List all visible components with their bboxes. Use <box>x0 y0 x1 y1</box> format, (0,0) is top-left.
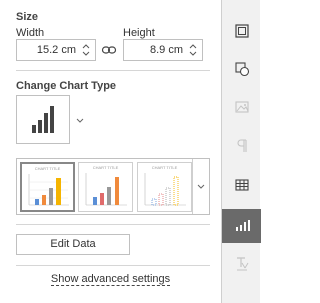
size-heading: Size <box>16 11 39 23</box>
rail-shape-settings[interactable] <box>222 52 261 86</box>
rail-paragraph-settings[interactable] <box>222 129 261 163</box>
edit-data-button[interactable]: Edit Data <box>16 234 130 255</box>
width-spinner[interactable] <box>80 40 92 60</box>
rail-chart-settings[interactable] <box>222 209 261 243</box>
rail-table-settings[interactable] <box>222 14 261 48</box>
rail-table[interactable] <box>222 168 261 202</box>
chart-style-preview <box>85 173 127 206</box>
height-spinner[interactable] <box>187 40 199 60</box>
shape-settings-icon[interactable] <box>234 61 250 77</box>
table-icon[interactable] <box>234 177 250 193</box>
link-icon[interactable] <box>101 42 117 58</box>
width-label: Width <box>16 27 45 39</box>
chart-settings-icon[interactable] <box>233 218 251 234</box>
chevron-down-icon[interactable] <box>75 117 85 125</box>
spinner-arrows-icon[interactable] <box>189 43 197 57</box>
table-settings-icon[interactable] <box>234 23 250 39</box>
divider <box>16 70 210 71</box>
spinner-arrows-icon[interactable] <box>82 43 90 57</box>
height-field[interactable]: 8.9 cm <box>123 39 203 61</box>
chevron-down-icon[interactable] <box>196 183 206 191</box>
rail-text-art[interactable] <box>222 247 261 281</box>
chart-style-preview <box>144 173 186 206</box>
divider <box>16 224 210 225</box>
chart-style-option[interactable]: CHART TITLE <box>78 162 133 212</box>
chart-style-gallery: CHART TITLE CHART TITLE CHART TITLE <box>16 158 210 215</box>
constrain-proportions-button[interactable] <box>101 42 117 58</box>
paragraph-settings-icon[interactable] <box>234 138 250 154</box>
chart-style-option[interactable]: CHART TITLE <box>137 162 192 212</box>
text-art-icon[interactable] <box>234 255 250 273</box>
gallery-more-button[interactable] <box>192 159 209 214</box>
show-advanced-settings-link[interactable]: Show advanced settings <box>50 273 171 286</box>
image-settings-icon[interactable] <box>234 99 250 115</box>
chart-style-preview <box>28 174 69 206</box>
column-chart-icon <box>32 106 54 133</box>
height-label: Height <box>123 27 155 39</box>
chart-settings-panel: Size Width Height 15.2 cm 8.9 cm Change … <box>0 0 221 303</box>
chart-type-dropdown[interactable] <box>75 116 85 124</box>
change-chart-type-heading: Change Chart Type <box>16 80 117 92</box>
width-field[interactable]: 15.2 cm <box>16 39 96 61</box>
right-settings-rail <box>221 0 261 303</box>
height-value[interactable]: 8.9 cm <box>124 44 187 56</box>
rail-image-settings[interactable] <box>222 90 261 124</box>
advanced-settings-container: Show advanced settings <box>0 273 221 286</box>
chart-type-button[interactable] <box>16 95 70 144</box>
width-value[interactable]: 15.2 cm <box>17 44 80 56</box>
divider <box>16 265 210 266</box>
chart-style-option[interactable]: CHART TITLE <box>20 162 75 212</box>
